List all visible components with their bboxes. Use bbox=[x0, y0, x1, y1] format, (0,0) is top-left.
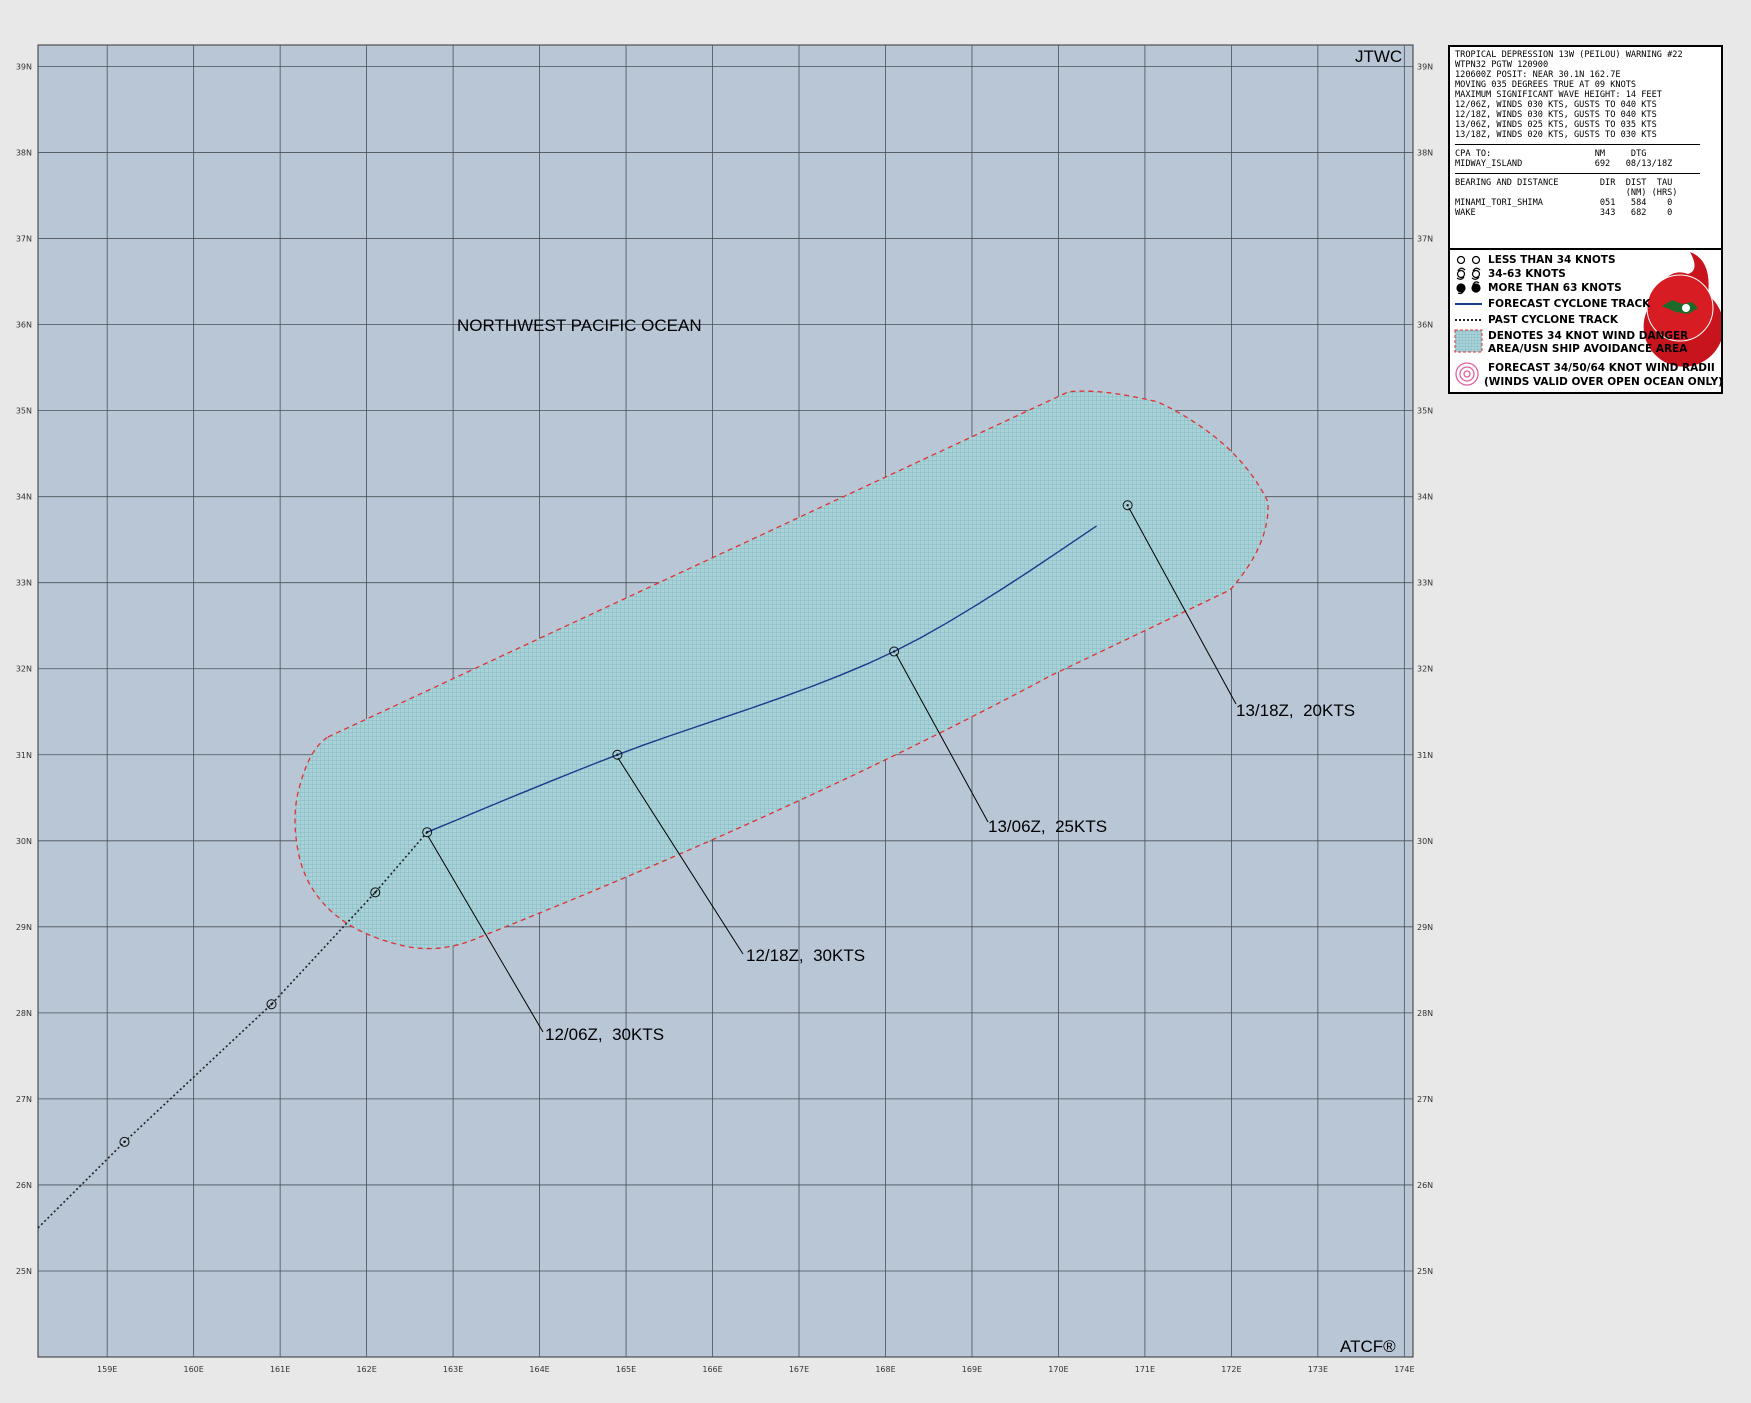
lat-label: 38N bbox=[16, 149, 32, 158]
warning-line: 120600Z POSIT: NEAR 30.1N 162.7E bbox=[1455, 70, 1621, 80]
lon-label: 161E bbox=[270, 1365, 290, 1374]
warning-line: 13/18Z, WINDS 020 KTS, GUSTS TO 030 KTS bbox=[1455, 130, 1657, 140]
lat-label: 32N bbox=[1417, 665, 1433, 674]
lon-label: 174E bbox=[1394, 1365, 1414, 1374]
legend-danger-area-2: AREA/USN SHIP AVOIDANCE AREA bbox=[1488, 343, 1688, 355]
lat-label: 29N bbox=[1417, 923, 1433, 932]
lat-label: 35N bbox=[16, 407, 32, 416]
lat-label: 31N bbox=[16, 751, 32, 760]
warning-lines: TROPICAL DEPRESSION 13W (PEILOU) WARNING… bbox=[1455, 50, 1716, 140]
forecast-label-12-18z: 12/18Z, 30KTS bbox=[746, 946, 865, 965]
warning-line: 13/06Z, WINDS 025 KTS, GUSTS TO 035 KTS bbox=[1455, 120, 1657, 130]
legend-danger-area-1: DENOTES 34 KNOT WIND DANGER bbox=[1488, 330, 1689, 342]
lon-label: 168E bbox=[875, 1365, 895, 1374]
cpa-row: MIDWAY_ISLAND 692 08/13/18Z bbox=[1455, 159, 1673, 169]
warning-line: WTPN32 PGTW 120900 bbox=[1455, 60, 1549, 70]
warning-line: MAXIMUM SIGNIFICANT WAVE HEIGHT: 14 FEET bbox=[1455, 90, 1662, 100]
bearing-row: MINAMI_TORI_SHIMA 051 584 0 bbox=[1455, 198, 1673, 208]
lat-label: 30N bbox=[1417, 837, 1433, 846]
lon-label: 164E bbox=[529, 1365, 549, 1374]
lon-label: 163E bbox=[443, 1365, 463, 1374]
lat-label: 26N bbox=[1417, 1181, 1433, 1190]
lat-label: 26N bbox=[16, 1181, 32, 1190]
bearing-row: WAKE 343 682 0 bbox=[1455, 208, 1673, 218]
lon-label: 167E bbox=[789, 1365, 809, 1374]
danger-area-icon bbox=[1454, 329, 1483, 353]
34-63-knots-icon bbox=[1456, 267, 1481, 280]
warning-line: MOVING 035 DEGREES TRUE AT 09 KNOTS bbox=[1455, 80, 1637, 90]
forecast-position-dot bbox=[892, 650, 896, 653]
forecast-label-13-18z: 13/18Z, 20KTS bbox=[1236, 701, 1355, 720]
warning-line: 12/06Z, WINDS 030 KTS, GUSTS TO 040 KTS bbox=[1455, 100, 1657, 110]
legend-forecast-track: FORECAST CYCLONE TRACK bbox=[1488, 298, 1651, 310]
bearing-header: BEARING AND DISTANCE DIR DIST TAU bbox=[1455, 178, 1673, 188]
lon-label: 162E bbox=[356, 1365, 376, 1374]
lat-label: 33N bbox=[16, 579, 32, 588]
legend-34-63: 34-63 KNOTS bbox=[1488, 268, 1566, 280]
legend-less-than-34: LESS THAN 34 KNOTS bbox=[1488, 254, 1616, 266]
legend-past-track: PAST CYCLONE TRACK bbox=[1488, 314, 1618, 326]
lat-label: 37N bbox=[1417, 235, 1433, 244]
lat-label: 28N bbox=[16, 1009, 32, 1018]
legend-wind-radii-1: FORECAST 34/50/64 KNOT WIND RADII bbox=[1488, 362, 1715, 374]
legend-more-than-63: MORE THAN 63 KNOTS bbox=[1488, 282, 1622, 294]
lat-label: 33N bbox=[1417, 579, 1433, 588]
cpa-header: CPA TO: NM DTG bbox=[1455, 149, 1647, 159]
past-position-dot bbox=[374, 891, 377, 894]
lat-label: 36N bbox=[16, 321, 32, 330]
lat-label: 25N bbox=[16, 1267, 32, 1276]
forecast-label-13-06z: 13/06Z, 25KTS bbox=[988, 817, 1107, 836]
lat-label: 36N bbox=[1417, 321, 1433, 330]
less-than-34-knots-icon bbox=[1456, 255, 1481, 265]
warning-info-panel: TROPICAL DEPRESSION 13W (PEILOU) WARNING… bbox=[1448, 45, 1723, 261]
lon-label: 169E bbox=[962, 1365, 982, 1374]
lat-label: 35N bbox=[1417, 407, 1433, 416]
lat-label: 37N bbox=[16, 235, 32, 244]
forecast-position-dot bbox=[616, 753, 619, 756]
region-label: NORTHWEST PACIFIC OCEAN bbox=[457, 316, 702, 335]
lat-label: 27N bbox=[1417, 1095, 1433, 1104]
lat-label: 31N bbox=[1417, 751, 1433, 760]
warning-line: 12/18Z, WINDS 030 KTS, GUSTS TO 040 KTS bbox=[1455, 110, 1657, 120]
lon-label: 165E bbox=[616, 1365, 636, 1374]
warning-divider bbox=[1455, 144, 1700, 145]
lat-label: 25N bbox=[1417, 1267, 1433, 1276]
cpa-divider bbox=[1455, 173, 1700, 174]
longitude-labels: 159E 160E 161E 162E 163E 164E 165E 166E 167E 168E… bbox=[97, 1365, 1414, 1374]
warning-line: TROPICAL DEPRESSION 13W (PEILOU) WARNING… bbox=[1455, 50, 1683, 60]
lon-label: 166E bbox=[702, 1365, 722, 1374]
lon-label: 172E bbox=[1221, 1365, 1241, 1374]
more-than-63-knots-icon bbox=[1456, 281, 1481, 295]
lon-label: 173E bbox=[1308, 1365, 1328, 1374]
atcf-label: ATCF® bbox=[1340, 1337, 1396, 1356]
lat-label: 34N bbox=[16, 493, 32, 502]
wind-radii-icon bbox=[1455, 362, 1479, 386]
lat-label: 32N bbox=[16, 665, 32, 674]
forecast-position-dot bbox=[425, 831, 429, 834]
lon-label: 170E bbox=[1048, 1365, 1068, 1374]
forecast-position-dot bbox=[1126, 504, 1129, 507]
lon-label: 159E bbox=[97, 1365, 117, 1374]
lat-label: 39N bbox=[1417, 63, 1433, 72]
lon-label: 160E bbox=[183, 1365, 203, 1374]
lat-label: 27N bbox=[16, 1095, 32, 1104]
lat-label: 29N bbox=[16, 923, 32, 932]
lat-label: 30N bbox=[16, 837, 32, 846]
lat-label: 34N bbox=[1417, 493, 1433, 502]
lat-label: 39N bbox=[16, 63, 32, 72]
past-position-dot bbox=[270, 1003, 273, 1006]
agency-label: JTWC bbox=[1355, 47, 1402, 66]
past-position-dot bbox=[123, 1140, 126, 1144]
legend-wind-radii-2: (WINDS VALID OVER OPEN OCEAN ONLY) bbox=[1484, 376, 1723, 388]
lon-label: 171E bbox=[1135, 1365, 1155, 1374]
forecast-label-12-06z: 12/06Z, 30KTS bbox=[545, 1025, 664, 1044]
bearing-subheader: (NM) (HRS) bbox=[1455, 188, 1678, 198]
lat-label: 28N bbox=[1417, 1009, 1433, 1018]
legend-panel: LESS THAN 34 KNOTS 34-63 KNOTS MORE THAN… bbox=[1448, 248, 1723, 394]
lat-label: 38N bbox=[1417, 149, 1433, 158]
